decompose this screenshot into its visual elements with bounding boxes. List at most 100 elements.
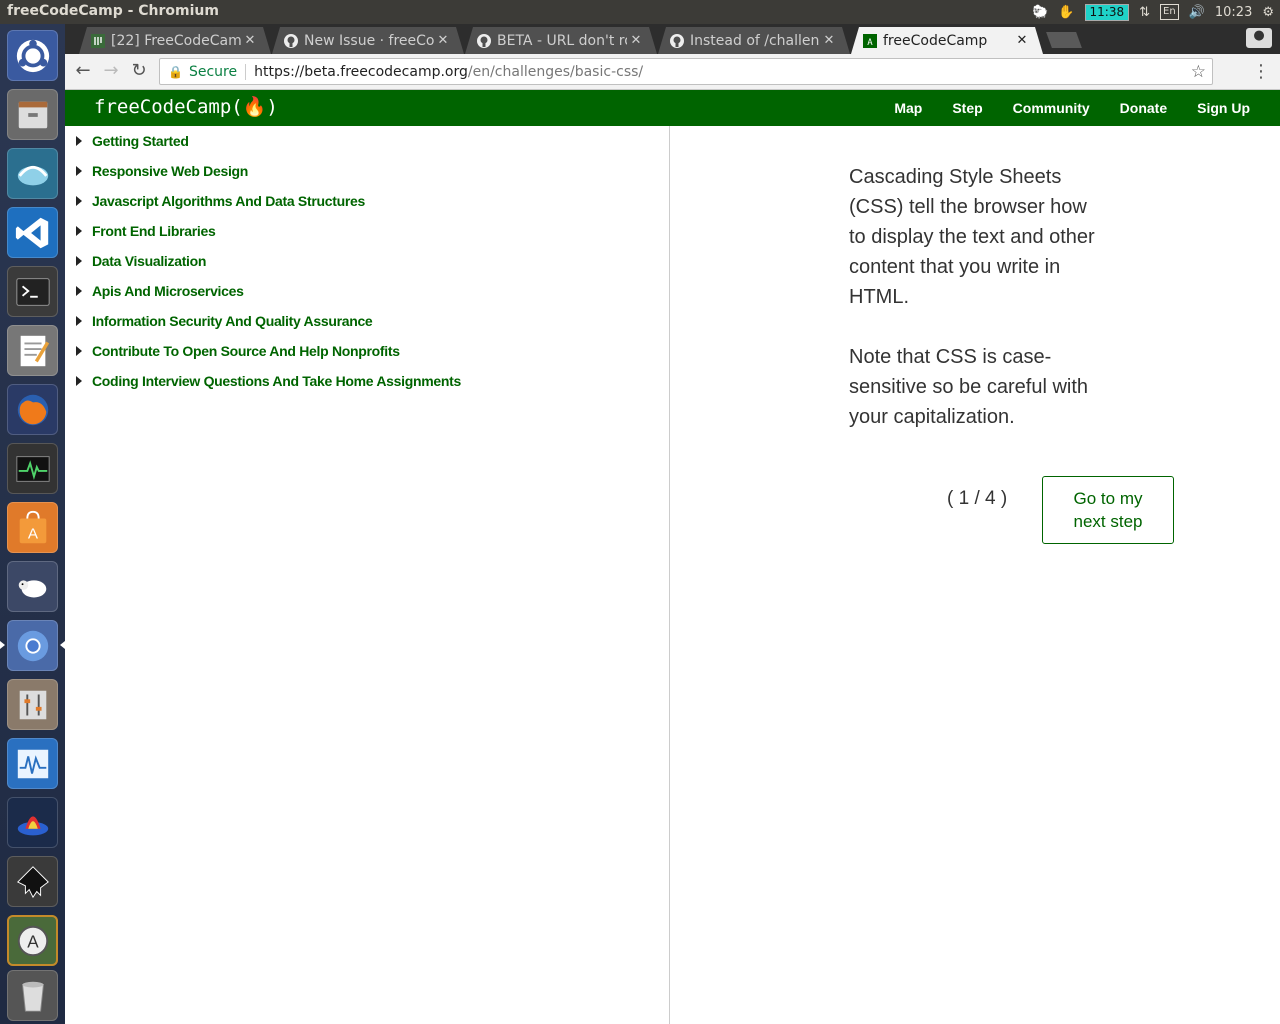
sidebar-item-apis[interactable]: Apis And Microservices bbox=[75, 281, 244, 301]
svg-text:A: A bbox=[27, 525, 38, 542]
tab-freecodecamp[interactable]: A freeCodeCamp ✕ bbox=[851, 27, 1043, 54]
reload-icon[interactable]: ↻ bbox=[127, 60, 151, 84]
github-icon bbox=[477, 34, 491, 48]
network-icon[interactable]: ⇅ bbox=[1139, 5, 1150, 20]
nav-community-link[interactable]: Community bbox=[1013, 100, 1090, 116]
sidebar-item-responsive-web-design[interactable]: Responsive Web Design bbox=[75, 161, 248, 181]
files-icon[interactable] bbox=[7, 89, 58, 140]
expand-triangle-icon bbox=[76, 166, 82, 176]
sheep-app-icon[interactable] bbox=[7, 561, 58, 612]
chromium-window: [22] FreeCodeCamp ✕ New Issue · freeCode… bbox=[65, 24, 1280, 1024]
tab-strip: [22] FreeCodeCamp ✕ New Issue · freeCode… bbox=[65, 24, 1280, 54]
volume-icon[interactable]: 🔊 bbox=[1189, 5, 1205, 20]
sidebar-item-label: Apis And Microservices bbox=[92, 283, 244, 299]
settings-gear-icon[interactable]: ⚙ bbox=[1262, 5, 1274, 20]
expand-triangle-icon bbox=[76, 196, 82, 206]
tab-instead-of[interactable]: Instead of /challenges ✕ bbox=[658, 27, 850, 54]
forward-arrow-icon[interactable]: → bbox=[99, 60, 123, 84]
plot-app-icon[interactable] bbox=[7, 797, 58, 848]
svg-text:A: A bbox=[867, 38, 873, 48]
sidebar-item-javascript[interactable]: Javascript Algorithms And Data Structure… bbox=[75, 191, 365, 211]
sidebar-item-getting-started[interactable]: Getting Started bbox=[75, 131, 189, 151]
tab-new-issue[interactable]: New Issue · freeCodeCamp ✕ bbox=[272, 27, 464, 54]
fcc-logo[interactable]: freeCodeCamp(🔥) bbox=[94, 95, 278, 118]
tab-gitter[interactable]: [22] FreeCodeCamp ✕ bbox=[79, 27, 271, 54]
sidebar-item-interview-questions[interactable]: Coding Interview Questions And Take Home… bbox=[75, 371, 461, 391]
hand-tray-icon[interactable]: ✋ bbox=[1058, 5, 1074, 20]
new-tab-button[interactable] bbox=[1046, 32, 1082, 48]
system-tray: 🐑 ✋ 11:38 ⇅ En 🔊 10:23 ⚙ bbox=[1032, 2, 1274, 22]
address-bar[interactable]: 🔒 Secure https://beta.freecodecamp.org/e… bbox=[159, 58, 1213, 85]
tab-close-icon[interactable]: ✕ bbox=[1013, 33, 1031, 48]
clock[interactable]: 10:23 bbox=[1215, 5, 1252, 20]
browser-toolbar: ← → ↻ 🔒 Secure https://beta.freecodecamp… bbox=[65, 54, 1280, 90]
menu-kebab-icon[interactable]: ⋮ bbox=[1252, 61, 1270, 82]
trash-icon[interactable] bbox=[7, 970, 58, 1021]
vscode-icon[interactable] bbox=[7, 207, 58, 258]
expand-triangle-icon bbox=[76, 346, 82, 356]
window-title: freeCodeCamp - Chromium bbox=[7, 3, 219, 19]
sidebar-item-label: Contribute To Open Source And Help Nonpr… bbox=[92, 343, 400, 359]
keyboard-layout-indicator[interactable]: En bbox=[1160, 4, 1179, 20]
tab-close-icon[interactable]: ✕ bbox=[434, 33, 452, 48]
tab-close-icon[interactable]: ✕ bbox=[627, 33, 645, 48]
github-icon bbox=[284, 34, 298, 48]
nav-donate-link[interactable]: Donate bbox=[1120, 100, 1167, 116]
sidebar-item-infosec[interactable]: Information Security And Quality Assuran… bbox=[75, 311, 373, 331]
svg-text:A: A bbox=[27, 932, 39, 951]
firefox-icon[interactable] bbox=[7, 384, 58, 435]
ubuntu-dash-icon[interactable] bbox=[7, 30, 58, 81]
system-monitor-icon[interactable] bbox=[7, 443, 58, 494]
secure-label: Secure bbox=[189, 63, 247, 80]
scope-app-icon[interactable] bbox=[7, 738, 58, 789]
tab-title: [22] FreeCodeCamp bbox=[111, 32, 241, 49]
inkscape-icon[interactable] bbox=[7, 856, 58, 907]
nav-signup-link[interactable]: Sign Up bbox=[1197, 100, 1250, 116]
tab-title: BETA - URL don't route bbox=[497, 32, 625, 49]
next-step-button[interactable]: Go to my next step bbox=[1042, 476, 1174, 544]
software-updater-icon[interactable]: A bbox=[7, 915, 58, 966]
terminal-icon[interactable] bbox=[7, 266, 58, 317]
tab-title: freeCodeCamp bbox=[883, 32, 988, 49]
expand-triangle-icon bbox=[76, 256, 82, 266]
chromium-icon[interactable] bbox=[0, 620, 65, 671]
nav-step-link[interactable]: Step bbox=[952, 100, 982, 116]
mixer-icon[interactable] bbox=[7, 679, 58, 730]
expand-triangle-icon bbox=[76, 286, 82, 296]
sidebar-item-open-source[interactable]: Contribute To Open Source And Help Nonpr… bbox=[75, 341, 400, 361]
profile-icon[interactable]: ● bbox=[1246, 28, 1272, 48]
nav-map-link[interactable]: Map bbox=[894, 100, 922, 116]
sidebar-item-label: Front End Libraries bbox=[92, 223, 216, 239]
fcc-icon: A bbox=[863, 34, 877, 48]
bookmark-star-icon[interactable]: ☆ bbox=[1191, 62, 1206, 82]
timer-indicator[interactable]: 11:38 bbox=[1084, 3, 1130, 21]
tab-close-icon[interactable]: ✕ bbox=[820, 33, 838, 48]
url-path: /en/challenges/basic-css/ bbox=[467, 63, 644, 80]
tab-close-icon[interactable]: ✕ bbox=[241, 33, 259, 48]
expand-triangle-icon bbox=[76, 316, 82, 326]
text-editor-icon[interactable] bbox=[7, 325, 58, 376]
fcc-navbar: freeCodeCamp(🔥) Map Step Community Donat… bbox=[65, 90, 1280, 126]
sidebar-item-label: Javascript Algorithms And Data Structure… bbox=[92, 193, 365, 209]
sidebar-item-label: Responsive Web Design bbox=[92, 163, 249, 179]
web-page: freeCodeCamp(🔥) Map Step Community Donat… bbox=[65, 90, 1280, 1024]
challenge-step-pane: Cascading Style Sheets (CSS) tell the br… bbox=[671, 126, 1280, 1024]
fcc-nav-links: Map Step Community Donate Sign Up bbox=[894, 90, 1250, 126]
tab-title: New Issue · freeCodeCamp bbox=[304, 32, 434, 49]
expand-triangle-icon bbox=[76, 376, 82, 386]
top-panel: freeCodeCamp - Chromium 🐑 ✋ 11:38 ⇅ En 🔊… bbox=[0, 0, 1280, 24]
step-description-paragraph: Cascading Style Sheets (CSS) tell the br… bbox=[849, 166, 1095, 308]
tab-title: Instead of /challenges bbox=[690, 32, 820, 49]
software-center-icon[interactable]: A bbox=[7, 502, 58, 553]
expand-triangle-icon bbox=[76, 136, 82, 146]
sidebar-item-label: Coding Interview Questions And Take Home… bbox=[92, 373, 461, 389]
back-arrow-icon[interactable]: ← bbox=[71, 60, 95, 84]
sidebar-item-data-visualization[interactable]: Data Visualization bbox=[75, 251, 206, 271]
url-host: https://beta.freecodecamp.org bbox=[254, 63, 468, 80]
remmina-icon[interactable] bbox=[7, 148, 58, 199]
fcc-gitter-icon bbox=[91, 34, 105, 48]
sheep-tray-icon[interactable]: 🐑 bbox=[1032, 5, 1048, 20]
step-description-paragraph: Note that CSS is case-sensitive so be ca… bbox=[849, 346, 1089, 428]
tab-beta-url[interactable]: BETA - URL don't route ✕ bbox=[465, 27, 657, 54]
sidebar-item-front-end-libraries[interactable]: Front End Libraries bbox=[75, 221, 216, 241]
